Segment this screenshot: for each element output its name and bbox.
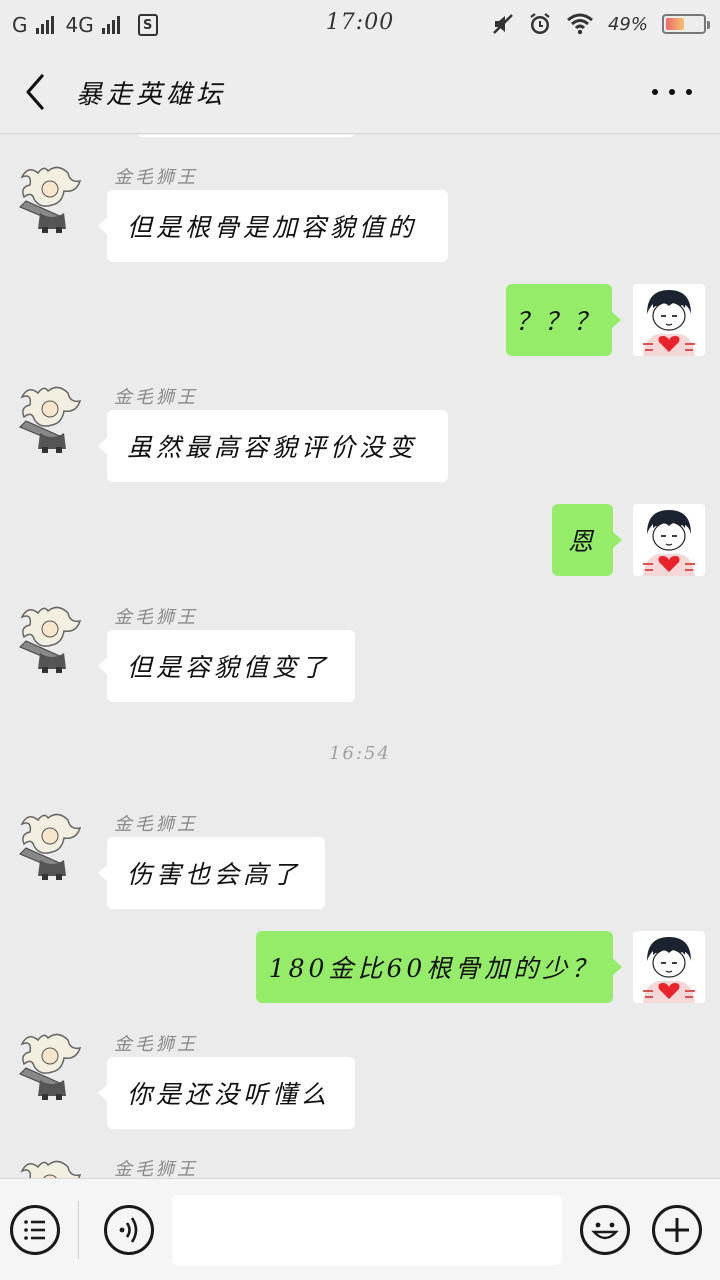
avatar[interactable] — [633, 284, 705, 356]
sender-name: 金毛狮王 — [114, 814, 198, 835]
lion-king-avatar-icon — [20, 1160, 82, 1178]
mute-icon — [493, 14, 513, 34]
emoji-icon — [591, 1222, 619, 1240]
message-bubble[interactable]: 但是根骨是加容貌值的 — [98, 190, 448, 262]
title-bar: 暴走英雄坛 — [0, 50, 720, 134]
message-bubble[interactable]: 虽然最高容貌评价没变 — [98, 410, 448, 482]
more-button[interactable] — [652, 76, 692, 108]
sender-name: 金毛狮王 — [114, 387, 198, 408]
message-bubble[interactable]: 伤害也会高了 — [98, 837, 325, 909]
lion-king-avatar-icon — [19, 166, 82, 233]
sender-name: 金毛狮王 — [114, 1159, 198, 1178]
lion-king-avatar-icon — [19, 606, 82, 673]
boy-heart-avatar-icon — [633, 284, 705, 356]
status-right: 49% — [492, 10, 710, 38]
emoji-button[interactable] — [580, 1205, 630, 1255]
menu-list-icon — [24, 1220, 45, 1240]
message-bubble[interactable]: 你是还没听懂么 — [98, 1057, 355, 1129]
more-dots-icon — [652, 89, 658, 95]
message-bubble[interactable]: 恩 — [552, 504, 622, 576]
voice-button[interactable] — [104, 1205, 154, 1255]
lion-king-avatar-icon — [19, 1033, 82, 1100]
sender-name: 金毛狮王 — [114, 167, 198, 188]
battery-icon — [662, 14, 710, 34]
back-button[interactable] — [18, 72, 54, 112]
status-bar: G 4G S 17:00 49% — [0, 0, 720, 50]
lion-king-avatar-icon — [19, 386, 82, 453]
chat-area[interactable]: 金毛狮王 但是根骨是加容貌值的 ？？？ 金毛狮王 虽然最高容貌评价没变 恩 金毛… — [0, 135, 720, 1178]
add-button[interactable] — [652, 1205, 702, 1255]
input-bar — [0, 1178, 720, 1280]
boy-heart-avatar-icon — [633, 504, 705, 576]
avatar[interactable] — [633, 504, 705, 576]
sender-name: 金毛狮王 — [114, 1034, 198, 1055]
avatar[interactable] — [633, 931, 705, 1003]
avatar[interactable] — [18, 383, 90, 455]
previous-message-bubble — [138, 135, 354, 137]
voice-icon — [119, 1217, 138, 1243]
divider — [78, 1201, 79, 1259]
message-bubble[interactable]: 180金比60根骨加的少？ — [256, 931, 622, 1003]
battery-percent: 49% — [607, 13, 648, 35]
avatar[interactable] — [18, 1157, 90, 1178]
sender-name: 金毛狮王 — [114, 607, 198, 628]
avatar[interactable] — [18, 163, 90, 235]
menu-button[interactable] — [10, 1205, 60, 1255]
time-separator: 16:54 — [329, 743, 391, 764]
message-bubble[interactable]: 但是容貌值变了 — [98, 630, 355, 702]
boy-heart-avatar-icon — [633, 931, 705, 1003]
lion-king-avatar-icon — [19, 813, 82, 880]
avatar[interactable] — [18, 1030, 90, 1102]
plus-icon — [665, 1218, 689, 1242]
alarm-icon — [530, 13, 550, 34]
wifi-icon — [567, 13, 593, 35]
chevron-left-icon — [26, 74, 44, 110]
message-bubble[interactable]: ？？？ — [506, 284, 621, 356]
avatar[interactable] — [18, 810, 90, 882]
page-title: 暴走英雄坛 — [76, 80, 227, 110]
avatar[interactable] — [18, 603, 90, 675]
message-input[interactable] — [172, 1195, 562, 1265]
